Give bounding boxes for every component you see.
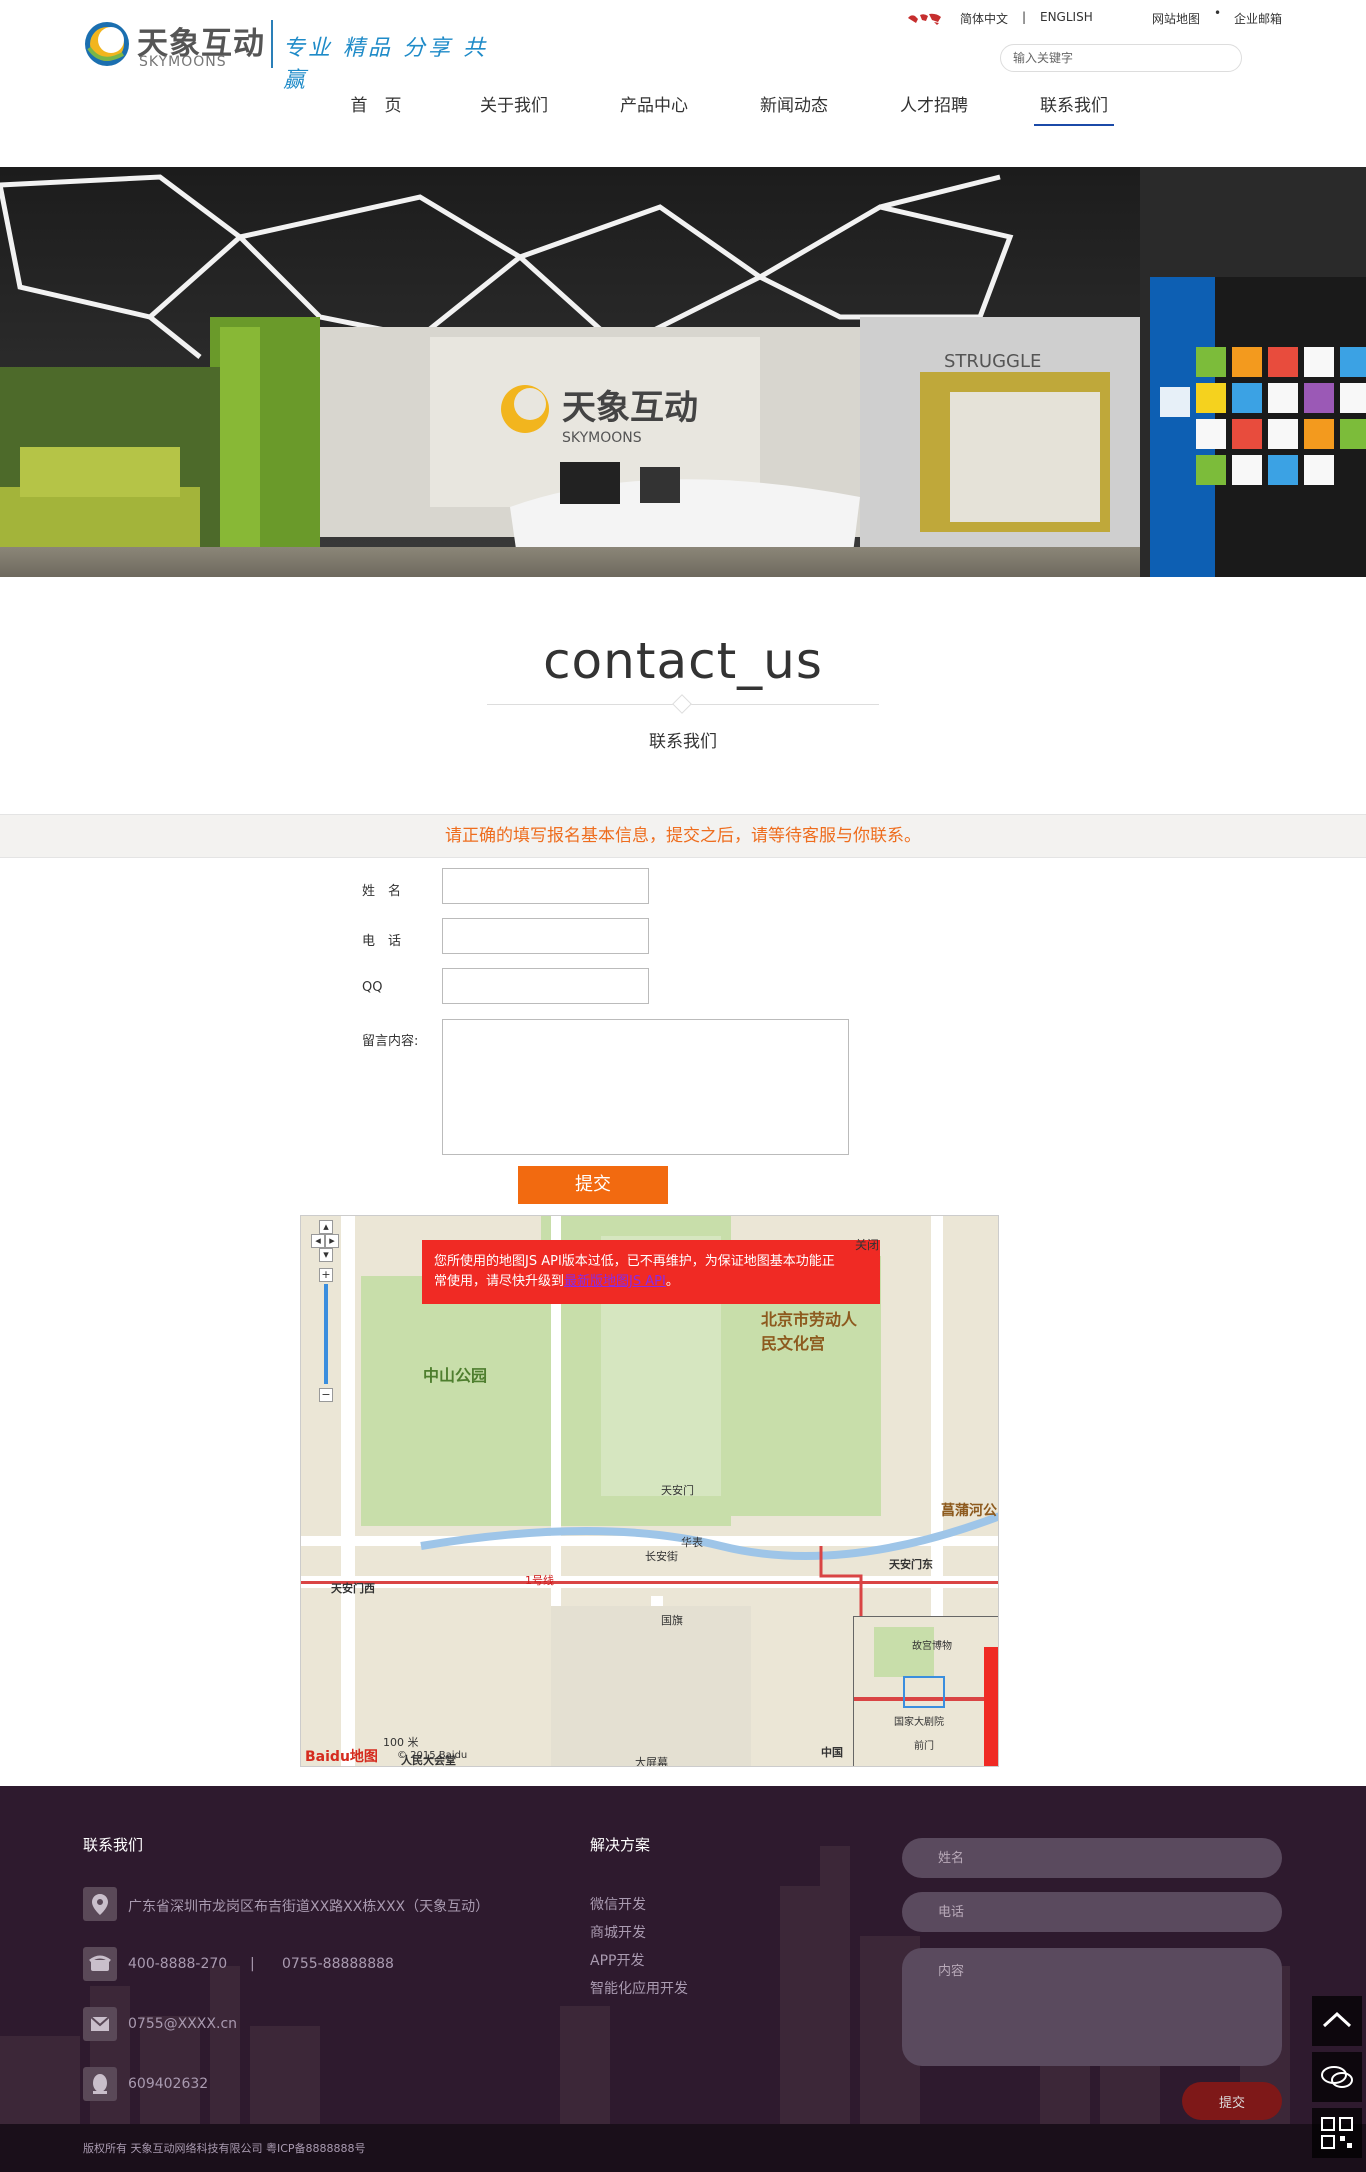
map-label-zhongshan: 中山公园 xyxy=(423,1366,488,1385)
site-logo[interactable]: 天象互动 SKYMOONS 专业 精品 分享 共赢 xyxy=(83,18,503,93)
zoom-out-button[interactable]: − xyxy=(319,1388,333,1402)
office-photo: 天象互动 SKYMOONS STRUGGLE xyxy=(0,167,1366,577)
nav-item-jobs[interactable]: 人才招聘 xyxy=(898,94,970,126)
map-warning-line2: 常使用，请尽快升级到 xyxy=(434,1274,565,1289)
map-label-tiananmen-east: 天安门东 xyxy=(889,1558,933,1571)
logo-text-en: SKYMOONS xyxy=(139,54,227,70)
site-footer: 联系我们 广东省深圳市龙岗区布吉街道XX路XX栋XXX（天象互动） 400-88… xyxy=(0,1786,1366,2172)
pan-right-button[interactable]: ▸ xyxy=(325,1234,339,1248)
banner-wall-logo-en: SKYMOONS xyxy=(562,430,642,446)
banner-wall-logo-cn: 天象互动 xyxy=(562,388,698,428)
footer-qq: 609402632 xyxy=(128,2076,209,2092)
sitemap-link[interactable]: 网站地图 xyxy=(1152,10,1200,27)
footer-solution-mall[interactable]: 商城开发 xyxy=(590,1922,646,1942)
form-notice: 请正确的填写报名基本信息，提交之后，请等待客服与你联系。 xyxy=(0,814,1366,858)
nav-item-news[interactable]: 新闻动态 xyxy=(758,94,830,126)
nav-item-home[interactable]: 首 页 xyxy=(344,94,408,126)
footer-content-textarea[interactable] xyxy=(902,1948,1282,2066)
search-input[interactable] xyxy=(1000,44,1242,72)
nav-item-products[interactable]: 产品中心 xyxy=(618,94,690,126)
lang-separator: | xyxy=(1022,10,1027,24)
pan-left-button[interactable]: ◂ xyxy=(311,1234,325,1248)
map-label-zhongguo: 中国 xyxy=(821,1746,843,1759)
page-title-en: contact_us xyxy=(543,632,823,690)
map-label-guoqi: 国旗 xyxy=(661,1614,683,1627)
map-warning-suffix: 。 xyxy=(665,1274,679,1289)
phone-input[interactable] xyxy=(442,918,649,954)
footer-email[interactable]: 0755@XXXX.cn xyxy=(128,2016,237,2032)
footer-contact-title: 联系我们 xyxy=(83,1836,144,1854)
footer-phone-input[interactable] xyxy=(902,1892,1282,1932)
phone-icon xyxy=(83,1947,117,1981)
footer-solutions-title: 解决方案 xyxy=(590,1836,651,1854)
map-label-laodong: 北京市劳动人民文化宫 xyxy=(761,1310,858,1353)
qrcode-button[interactable] xyxy=(1312,2108,1362,2158)
chat-button[interactable] xyxy=(1312,2052,1362,2102)
map-warning-close-button[interactable]: 关闭 xyxy=(855,1236,879,1253)
site-header: 天象互动 SKYMOONS 专业 精品 分享 共赢 简体中文 | ENGLISH… xyxy=(0,0,1366,167)
overview-label-guojia: 国家大剧院 xyxy=(894,1717,944,1728)
page-title-cn: 联系我们 xyxy=(649,732,717,752)
lang-en-link[interactable]: ENGLISH xyxy=(1040,10,1093,24)
location-icon xyxy=(83,1887,117,1921)
world-map-icon xyxy=(908,13,941,25)
map-label-tiananmen-west: 天安门西 xyxy=(331,1582,375,1595)
footer-solution-app[interactable]: APP开发 xyxy=(590,1950,644,1970)
name-input[interactable] xyxy=(442,868,649,904)
pan-down-button[interactable]: ▾ xyxy=(319,1248,333,1262)
main-nav: 首 页 关于我们 产品中心 新闻动态 人才招聘 联系我们 xyxy=(0,94,1366,134)
map-overview[interactable]: 故宫博物 国家大剧院 前门 xyxy=(853,1616,998,1766)
dot-separator: • xyxy=(1214,6,1222,20)
zoom-slider[interactable] xyxy=(324,1284,328,1384)
map-warning-line1: 您所使用的地图JS API版本过低，已不再维护，为保证地图基本功能正 xyxy=(434,1254,835,1269)
baidu-logo: Baidu地图 xyxy=(305,1749,378,1765)
enterprise-email-link[interactable]: 企业邮箱 xyxy=(1234,10,1282,27)
footer-name-input[interactable] xyxy=(902,1838,1282,1878)
qq-icon xyxy=(83,2067,117,2101)
map-label-chuanhe: 菖蒲河公 xyxy=(941,1503,997,1519)
zoom-in-button[interactable]: + xyxy=(319,1268,333,1282)
qq-input[interactable] xyxy=(442,968,649,1004)
map-label-tiananmen: 天安门 xyxy=(661,1484,694,1497)
mail-icon xyxy=(83,2007,117,2041)
footer-solution-wechat[interactable]: 微信开发 xyxy=(590,1894,646,1914)
map-copyright: © 2015 Baidu xyxy=(397,1750,468,1761)
baidu-map[interactable]: ▴ ◂ ▸ ▾ + − 中山公园 北京市劳动人民文化宫 天安门 天安门西 天安门… xyxy=(300,1215,999,1767)
logo-mark-icon xyxy=(85,22,129,66)
phone-label: 电 话 xyxy=(362,934,402,949)
banner-struggle-text: STRUGGLE xyxy=(944,351,1041,372)
nav-item-about[interactable]: 关于我们 xyxy=(478,94,550,126)
copyright-bar: 版权所有 天象互动网络科技有限公司 粤ICP备8888888号 xyxy=(0,2124,1366,2172)
footer-solution-smart[interactable]: 智能化应用开发 xyxy=(590,1978,688,1998)
map-label-changan: 长安街 xyxy=(645,1550,678,1563)
message-textarea[interactable] xyxy=(442,1019,849,1155)
slogan: 专业 精品 分享 共赢 xyxy=(283,36,488,93)
map-api-upgrade-link[interactable]: 最新版地图JS API xyxy=(564,1274,666,1289)
footer-phone2: 0755-88888888 xyxy=(282,1956,394,1972)
map-label-dapingmu: 大屏幕 xyxy=(635,1756,668,1767)
name-label: 姓 名 xyxy=(362,884,402,899)
footer-submit-button[interactable]: 提交 xyxy=(1182,2082,1282,2120)
nav-item-contact[interactable]: 联系我们 xyxy=(1034,94,1114,126)
pan-up-button[interactable]: ▴ xyxy=(319,1220,333,1234)
map-label-huabiao: 华表 xyxy=(681,1536,703,1549)
back-to-top-button[interactable] xyxy=(1312,1996,1362,2046)
map-label-line1: 1号线 xyxy=(525,1574,554,1587)
office-banner: 天象互动 SKYMOONS STRUGGLE xyxy=(0,167,1366,577)
overview-label-qianmen: 前门 xyxy=(914,1741,934,1752)
map-zoom-control[interactable]: ▴ ◂ ▸ ▾ + − xyxy=(311,1220,339,1410)
logo-divider xyxy=(271,20,273,68)
footer-address: 广东省深圳市龙岗区布吉街道XX路XX栋XXX（天象互动） xyxy=(128,1899,490,1915)
overview-label-gugong: 故宫博物 xyxy=(912,1641,952,1652)
lang-cn-link[interactable]: 简体中文 xyxy=(960,10,1008,27)
copyright-text: 版权所有 天象互动网络科技有限公司 粤ICP备8888888号 xyxy=(83,2142,366,2155)
submit-button[interactable]: 提交 xyxy=(518,1166,668,1204)
map-scale: 100 米 xyxy=(383,1736,419,1749)
footer-phone-separator: | xyxy=(250,1956,255,1972)
qq-label: QQ xyxy=(362,980,383,995)
title-diamond-icon xyxy=(672,694,692,714)
message-label: 留言内容: xyxy=(362,1034,419,1049)
footer-phone1: 400-8888-270 xyxy=(128,1956,228,1972)
map-api-warning: 您所使用的地图JS API版本过低，已不再维护，为保证地图基本功能正 常使用，请… xyxy=(422,1240,880,1304)
